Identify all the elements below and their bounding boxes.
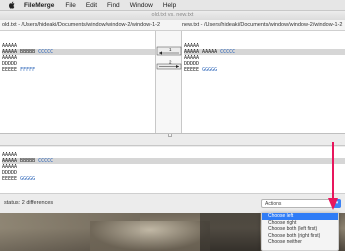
option-choose-neither[interactable]: Choose neither [262, 239, 338, 246]
window-title: old.txt vs. new.txt [0, 11, 345, 20]
menu-edit[interactable]: Edit [86, 2, 97, 9]
menu-find[interactable]: Find [107, 2, 120, 9]
actions-dropdown-menu: Choose left Choose right Choose both (le… [261, 212, 339, 251]
status-bar: status: 2 differences Actions ▾ [0, 194, 345, 213]
right-file-lines: AAAAA AAAAA AAAAA CCCCC AAAAA DDDDD EEEE… [184, 43, 345, 73]
menu-help[interactable]: Help [163, 2, 176, 9]
status-text: status: 2 differences [4, 200, 54, 206]
menu-window[interactable]: Window [130, 2, 153, 9]
app-name[interactable]: FileMerge [24, 2, 54, 9]
left-file-view[interactable]: AAAAA AAAAA BBBBB CCCCC AAAAA DDDDD EEEE… [0, 31, 155, 133]
diff-pane: AAAAA AAAAA BBBBB CCCCC AAAAA DDDDD EEEE… [0, 31, 345, 134]
merge-output-lines: AAAAA AAAAA BBBBB CCCCC AAAAA DDDDD EEEE… [2, 152, 345, 182]
actions-label: Actions [265, 201, 282, 207]
right-line-5: EEEEE GGGGG [184, 67, 218, 73]
pane-splitter[interactable] [0, 134, 345, 146]
left-file-path: old.txt - /Users/hideaki/Documents/windo… [2, 22, 161, 28]
path-bar: old.txt - /Users/hideaki/Documents/windo… [0, 20, 345, 31]
diff-connectors: 1 2 [156, 46, 182, 70]
right-file-path: new.txt - /Users/hideaki/Documents/windo… [182, 22, 343, 28]
merge-connector-gutter[interactable]: 1 2 [155, 31, 182, 133]
menu-file[interactable]: File [65, 2, 75, 9]
apple-icon[interactable] [8, 1, 16, 9]
merge-output-pane[interactable]: AAAAA AAAAA BBBBB CCCCC AAAAA DDDDD EEEE… [0, 147, 345, 194]
merge-line-5: EEEEE GGGGG [2, 176, 36, 182]
right-file-view[interactable]: AAAAA AAAAA AAAAA CCCCC AAAAA DDDDD EEEE… [182, 31, 345, 133]
left-line-5: EEEEE FFFFF [2, 67, 36, 73]
menu-bar: FileMerge File Edit Find Window Help [0, 0, 345, 11]
left-file-lines: AAAAA AAAAA BBBBB CCCCC AAAAA DDDDD EEEE… [2, 43, 155, 73]
splitter-grip-icon[interactable] [168, 134, 172, 137]
annotation-arrow-icon [328, 142, 338, 210]
